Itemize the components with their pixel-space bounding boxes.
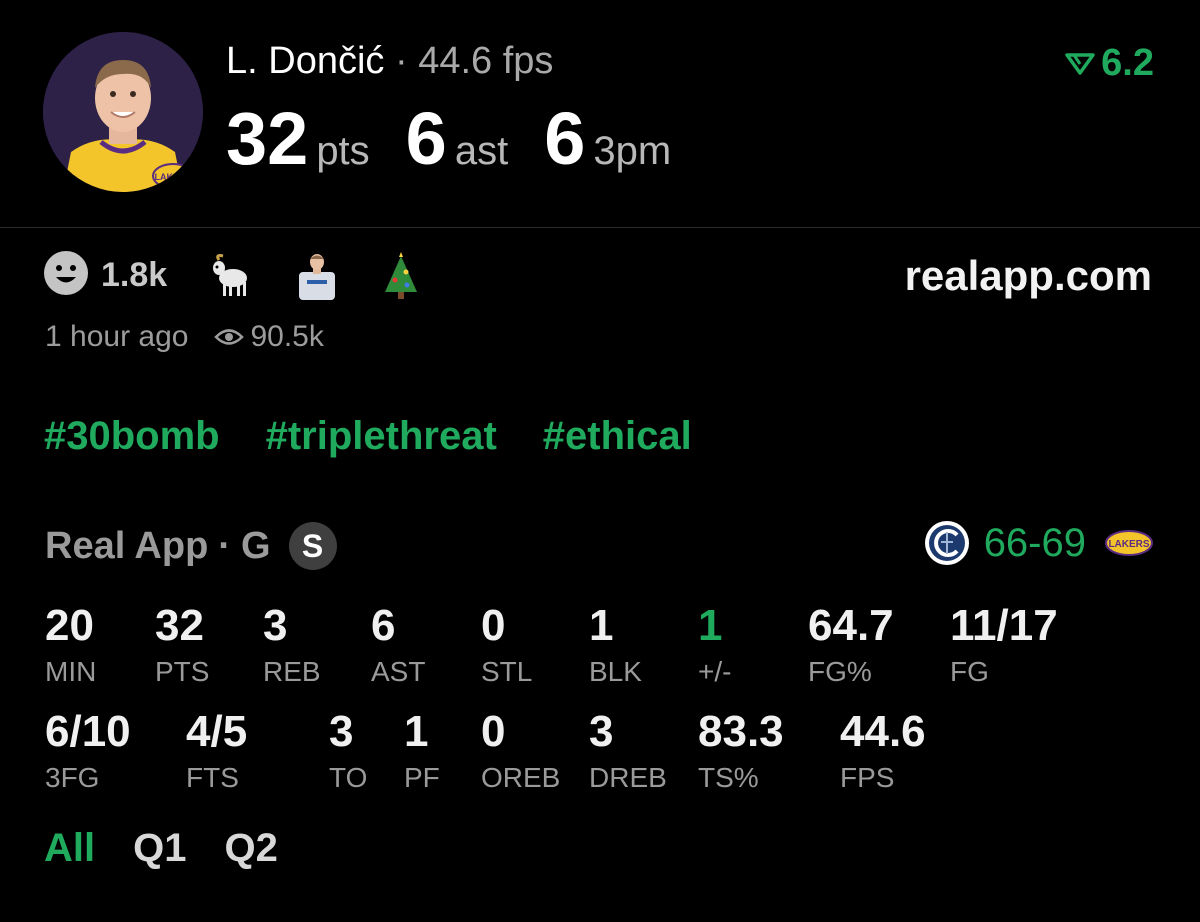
stat-3fg: 6/10 3FG — [45, 710, 131, 794]
stat-min: 20 MIN — [45, 604, 96, 688]
player-fps: 44.6 fps — [418, 40, 554, 82]
stat-pts: 32 PTS — [155, 604, 209, 688]
stat-label: PF — [404, 762, 440, 793]
stat-fts: 4/5 FTS — [186, 710, 247, 794]
stat-value: 44.6 — [840, 707, 926, 756]
stat-ast: 6 AST — [371, 604, 425, 688]
period-tabs: All Q1 Q2 — [44, 826, 316, 871]
tab-q1[interactable]: Q1 — [133, 826, 186, 871]
stat-to: 3 TO — [329, 710, 367, 794]
source-name[interactable]: Real App — [45, 525, 208, 568]
stat-value: 6/10 — [45, 707, 131, 756]
rating-value: 6.2 — [1101, 42, 1154, 84]
site-link[interactable]: realapp.com — [905, 252, 1152, 300]
player-photo: LAKERS — [43, 32, 203, 192]
stat-label: REB — [263, 656, 321, 687]
svg-text:LAKERS: LAKERS — [1108, 539, 1149, 550]
title-separator: · — [394, 40, 408, 82]
stat-label: TO — [329, 762, 368, 793]
stat-value: 11/17 — [950, 601, 1058, 650]
stat-label: FPS — [840, 762, 895, 793]
svg-text:LAKERS: LAKERS — [154, 172, 191, 182]
stat-label: BLK — [589, 656, 642, 687]
stat-value: 1 — [589, 601, 614, 650]
stat-value: 0 — [481, 601, 506, 650]
stat-value: 6 — [371, 601, 396, 650]
stat-value: 0 — [481, 707, 506, 756]
game-score-value: 66-69 — [983, 520, 1086, 565]
goat-icon[interactable] — [205, 252, 253, 300]
hashtag[interactable]: #30bomb — [44, 414, 220, 459]
stat-label: DREB — [589, 762, 667, 793]
stat-fg-pct: 64.7 FG% — [808, 604, 894, 688]
stat-value: 3 — [263, 601, 288, 650]
hashtag[interactable]: #triplethreat — [266, 414, 497, 459]
smiley-icon[interactable] — [43, 250, 89, 301]
player-title-line: L. Dončić · 44.6 fps — [226, 40, 553, 83]
stat-label: AST — [371, 656, 426, 687]
source-separator: · — [218, 524, 231, 567]
tab-q2[interactable]: Q2 — [224, 826, 277, 871]
stat-label: FG — [950, 656, 989, 687]
stat-plus-minus: 1 +/- — [698, 604, 731, 688]
stat-label: OREB — [481, 762, 561, 793]
stat-reb: 3 REB — [263, 604, 321, 688]
player-avatar[interactable]: LAKERS — [43, 32, 203, 192]
stat-value: 83.3 — [698, 707, 784, 756]
stat-value: 20 — [45, 601, 94, 650]
headline-stats: 32 pts 6 ast 6 3pm — [226, 96, 707, 181]
stat-ts-pct: 83.3 TS% — [698, 710, 784, 794]
stat-value: 64.7 — [808, 601, 894, 650]
stat-dreb: 3 DREB — [589, 710, 667, 794]
lakers-logo: LAKERS — [1105, 530, 1153, 556]
divider — [0, 227, 1200, 228]
game-score[interactable]: 66-69 LAKERS — [924, 520, 1154, 566]
time-ago: 1 hour ago — [45, 320, 189, 353]
post-meta: 1 hour ago 90.5k — [45, 320, 324, 354]
reaction-count: 1.8k — [101, 256, 168, 294]
stat-value: 3 — [589, 707, 614, 756]
headline-stat-unit: ast — [454, 129, 509, 173]
headline-stat-value: 6 — [544, 97, 586, 180]
player-position: G — [240, 524, 271, 567]
stat-fps: 44.6 FPS — [840, 710, 926, 794]
eye-icon — [214, 329, 245, 345]
stat-value: 32 — [155, 601, 204, 650]
stat-blk: 1 BLK — [589, 604, 642, 688]
headline-stat-unit: pts — [316, 129, 370, 173]
stat-label: PTS — [155, 656, 210, 687]
stat-value: 1 — [698, 601, 723, 650]
stat-value: 4/5 — [186, 707, 248, 756]
stat-label: TS% — [698, 762, 759, 793]
game-source-row: Real App · G S — [45, 522, 337, 570]
stat-label: STL — [481, 656, 533, 687]
down-triangle-icon — [1065, 52, 1095, 75]
hashtag[interactable]: #ethical — [543, 414, 692, 459]
stat-stl: 0 STL — [481, 604, 532, 688]
hashtags: #30bomb #triplethreat #ethical — [44, 414, 738, 459]
stat-oreb: 0 OREB — [481, 710, 560, 794]
stat-label: FTS — [186, 762, 239, 793]
clippers-logo — [924, 521, 969, 565]
stat-label: MIN — [45, 656, 97, 687]
stat-label: 3FG — [45, 762, 100, 793]
stat-label: +/- — [698, 656, 732, 687]
headline-stat-value: 32 — [226, 97, 309, 180]
stat-value: 3 — [329, 707, 354, 756]
tab-all[interactable]: All — [44, 826, 95, 871]
christmas-tree-icon[interactable] — [381, 251, 421, 300]
stat-value: 1 — [404, 707, 429, 756]
status-badge[interactable]: S — [288, 522, 337, 570]
view-count-value: 90.5k — [250, 320, 324, 353]
stat-label: FG% — [808, 656, 872, 687]
headline-stat-value: 6 — [405, 97, 447, 180]
stat-pf: 1 PF — [404, 710, 440, 794]
reactions-row: 1.8k — [43, 250, 459, 301]
player-emoji-icon[interactable] — [291, 252, 343, 300]
view-count: 90.5k — [214, 320, 324, 354]
player-name[interactable]: L. Dončić — [226, 40, 384, 82]
rating-badge[interactable]: 6.2 — [1065, 42, 1154, 85]
stat-fg: 11/17 FG — [950, 604, 1058, 688]
headline-stat-unit: 3pm — [593, 129, 672, 173]
